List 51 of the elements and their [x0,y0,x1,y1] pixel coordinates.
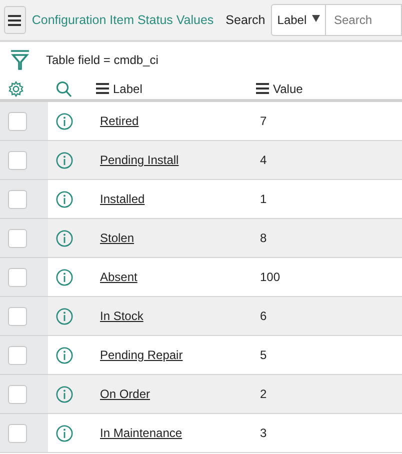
menu-icon [8,14,22,26]
label-link[interactable]: Stolen [100,231,134,245]
label-link[interactable]: Installed [100,192,145,206]
info-icon[interactable] [56,386,73,402]
value-cell-text: 7 [259,113,267,130]
row-checkbox[interactable] [8,306,27,326]
info-icon[interactable] [56,152,73,168]
info-icon[interactable] [56,308,73,324]
info-icon[interactable] [56,112,73,130]
label-link[interactable]: Pending Install [100,153,179,167]
label-link[interactable]: In Maintenance [100,426,182,440]
page-title: Configuration Item Status Values [32,12,214,29]
value-cell-text: 1 [259,191,267,208]
row-checkbox[interactable] [8,424,27,442]
settings-icon[interactable] [8,81,24,98]
list-icon [256,83,269,94]
search-label: Search [226,12,266,29]
row-checkbox[interactable] [8,384,27,404]
search-icon[interactable] [56,80,72,98]
filter-condition: Table field = cmdb_ci [46,52,158,69]
row-checkbox[interactable] [8,190,27,208]
row-checkbox[interactable] [8,228,27,248]
field-dropdown[interactable]: Label [271,4,326,36]
filter-icon[interactable] [10,49,30,71]
info-icon[interactable] [56,346,73,364]
value-cell-text: 6 [259,308,267,325]
caret-icon [312,15,320,22]
value-cell-text: 3 [259,425,267,442]
info-icon[interactable] [56,230,73,246]
search-field[interactable]: Search [326,4,402,36]
row-checkbox[interactable] [8,150,27,170]
label-link[interactable]: Pending Repair [100,348,183,362]
row-checkbox[interactable] [8,268,27,286]
value-cell-text: 5 [259,347,267,364]
info-icon[interactable] [56,190,73,208]
label-link[interactable]: Absent [100,270,138,284]
label-link[interactable]: Retired [100,114,139,128]
value-cell-text: 100 [259,269,280,286]
value-cell-text: 2 [259,386,267,403]
value-cell-text: 4 [259,152,267,169]
label-link[interactable]: In Stock [100,309,144,323]
column-header[interactable]: Label [113,80,142,98]
list-icon [96,83,109,94]
column-header[interactable]: Value [273,80,303,98]
info-icon[interactable] [56,424,73,442]
label-link[interactable]: On Order [100,387,150,401]
value-cell-text: 8 [259,230,267,247]
info-icon[interactable] [56,268,73,286]
row-checkbox[interactable] [8,112,27,130]
menu-button[interactable] [4,6,26,34]
row-checkbox[interactable] [8,346,27,364]
